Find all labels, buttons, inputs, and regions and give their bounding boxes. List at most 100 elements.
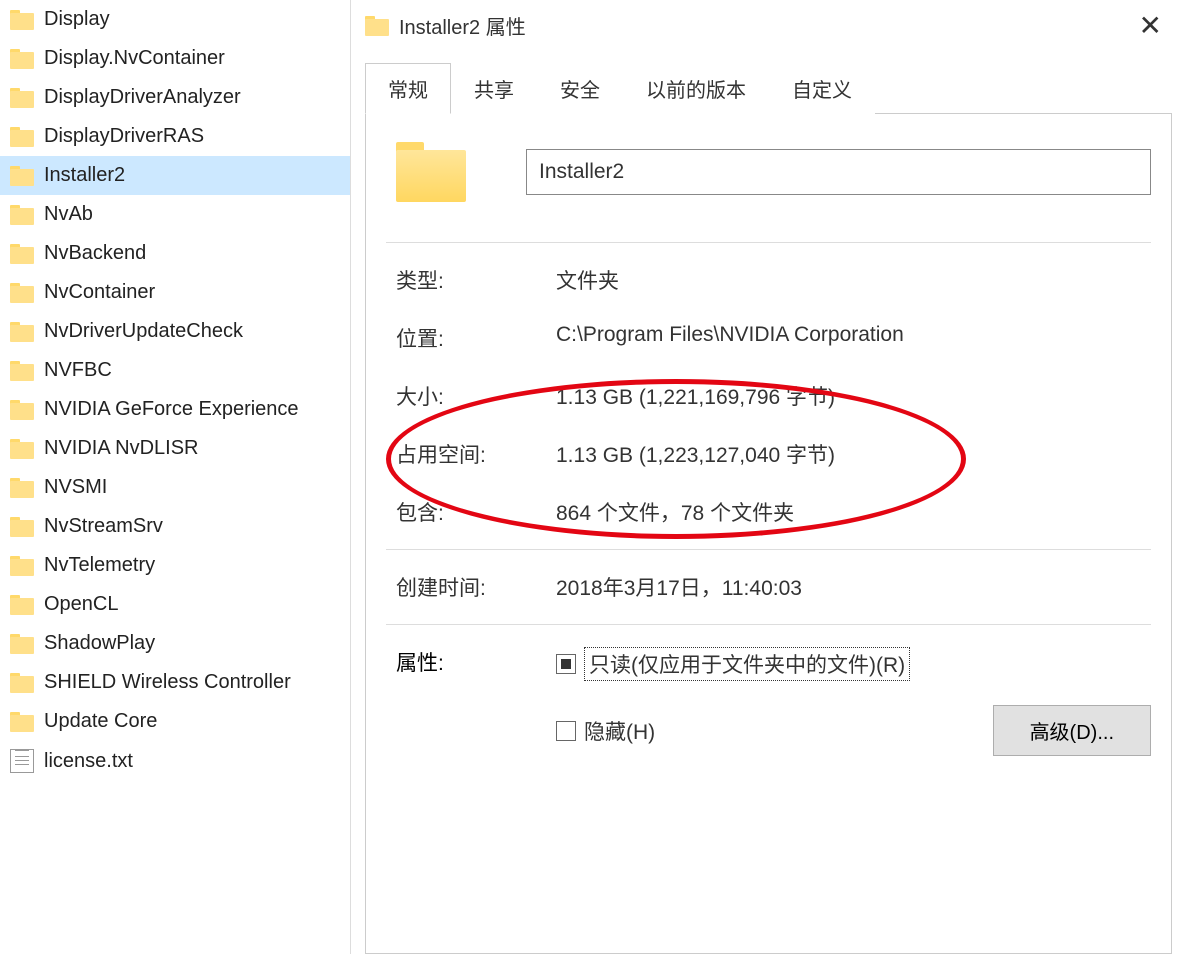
file-item-label: NvTelemetry [44, 554, 155, 577]
divider [386, 549, 1151, 550]
row-size-on-disk: 占用空间: 1.13 GB (1,223,127,040 字节) [386, 425, 1151, 483]
file-icon [10, 749, 34, 773]
readonly-checkbox[interactable] [556, 654, 576, 674]
hidden-checkbox[interactable] [556, 721, 576, 741]
file-item-label: OpenCL [44, 593, 119, 616]
folder-icon [10, 88, 34, 108]
file-item-installer2[interactable]: Installer2 [0, 156, 350, 195]
attributes-section: 属性: 只读(仅应用于文件夹中的文件)(R) 隐藏(H) 高级(D)... [386, 633, 1151, 756]
row-created: 创建时间: 2018年3月17日，11:40:03 [386, 558, 1151, 616]
file-item-label: NvAb [44, 203, 93, 226]
folder-icon [10, 205, 34, 225]
folder-large-icon [396, 142, 466, 202]
folder-icon [10, 517, 34, 537]
tab-strip: 常规共享安全以前的版本自定义 [365, 62, 1172, 114]
folder-name-input[interactable] [526, 149, 1151, 195]
folder-icon [10, 478, 34, 498]
folder-icon [10, 712, 34, 732]
file-item-opencl[interactable]: OpenCL [0, 585, 350, 624]
disk-value: 1.13 GB (1,223,127,040 字节) [556, 439, 1151, 469]
location-label: 位置: [396, 323, 556, 353]
file-item-label: DisplayDriverAnalyzer [44, 86, 241, 109]
file-item-nvidia-nvdlisr[interactable]: NVIDIA NvDLISR [0, 429, 350, 468]
divider [386, 624, 1151, 625]
file-item-label: ShadowPlay [44, 632, 155, 655]
folder-icon [10, 400, 34, 420]
folder-icon [10, 595, 34, 615]
file-item-nvidia-geforce-experience[interactable]: NVIDIA GeForce Experience [0, 390, 350, 429]
row-size: 大小: 1.13 GB (1,221,169,796 字节) [386, 367, 1151, 425]
file-item-shadowplay[interactable]: ShadowPlay [0, 624, 350, 663]
hidden-advanced-row: 隐藏(H) 高级(D)... [556, 705, 1151, 756]
file-list-panel: Display Display.NvContainer DisplayDriverA… [0, 0, 350, 954]
disk-label: 占用空间: [396, 439, 556, 469]
file-item-display-nvcontainer[interactable]: Display.NvContainer [0, 39, 350, 78]
file-item-label: NvContainer [44, 281, 155, 304]
attributes-label: 属性: [396, 647, 556, 756]
file-item-display[interactable]: Display [0, 0, 350, 39]
folder-icon [10, 49, 34, 69]
row-type: 类型: 文件夹 [386, 251, 1151, 309]
file-item-label: NVFBC [44, 359, 112, 382]
file-item-label: NvDriverUpdateCheck [44, 320, 243, 343]
file-item-nvab[interactable]: NvAb [0, 195, 350, 234]
file-item-label: NvBackend [44, 242, 146, 265]
file-item-label: NVSMI [44, 476, 107, 499]
file-item-nvfbc[interactable]: NVFBC [0, 351, 350, 390]
folder-header-row [386, 142, 1151, 202]
file-item-license-txt[interactable]: license.txt [0, 741, 350, 781]
file-item-update-core[interactable]: Update Core [0, 702, 350, 741]
type-label: 类型: [396, 265, 556, 295]
file-item-nvtelemetry[interactable]: NvTelemetry [0, 546, 350, 585]
readonly-row: 只读(仅应用于文件夹中的文件)(R) [556, 647, 1151, 681]
tab-3[interactable]: 以前的版本 [623, 63, 769, 114]
hidden-label[interactable]: 隐藏(H) [584, 716, 655, 746]
properties-dialog: Installer2 属性 ✕ 常规共享安全以前的版本自定义 类型: 文件夹 位… [350, 0, 1186, 954]
dialog-titlebar: Installer2 属性 ✕ [351, 0, 1186, 50]
file-item-nvcontainer[interactable]: NvContainer [0, 273, 350, 312]
tab-4[interactable]: 自定义 [769, 63, 875, 114]
tab-2[interactable]: 安全 [537, 63, 623, 114]
created-value: 2018年3月17日，11:40:03 [556, 572, 1151, 602]
file-item-label: DisplayDriverRAS [44, 125, 204, 148]
size-label: 大小: [396, 381, 556, 411]
folder-icon [10, 127, 34, 147]
folder-icon [365, 16, 387, 34]
file-item-nvstreamsrv[interactable]: NvStreamSrv [0, 507, 350, 546]
file-item-displaydriverras[interactable]: DisplayDriverRAS [0, 117, 350, 156]
file-item-shield-wireless-controller[interactable]: SHIELD Wireless Controller [0, 663, 350, 702]
divider [386, 242, 1151, 243]
location-value: C:\Program Files\NVIDIA Corporation [556, 323, 1151, 353]
file-item-nvdriverupdatecheck[interactable]: NvDriverUpdateCheck [0, 312, 350, 351]
folder-icon [10, 283, 34, 303]
folder-icon [10, 361, 34, 381]
folder-icon [10, 634, 34, 654]
file-item-displaydriveranalyzer[interactable]: DisplayDriverAnalyzer [0, 78, 350, 117]
dialog-title: Installer2 属性 [399, 11, 1129, 40]
file-item-nvsmi[interactable]: NVSMI [0, 468, 350, 507]
type-value: 文件夹 [556, 265, 1151, 295]
contains-label: 包含: [396, 497, 556, 527]
file-item-label: NVIDIA GeForce Experience [44, 398, 299, 421]
file-item-nvbackend[interactable]: NvBackend [0, 234, 350, 273]
close-button[interactable]: ✕ [1129, 9, 1172, 42]
file-item-label: NvStreamSrv [44, 515, 163, 538]
file-item-label: Installer2 [44, 164, 125, 187]
tab-0[interactable]: 常规 [365, 63, 451, 114]
row-contains: 包含: 864 个文件，78 个文件夹 [386, 483, 1151, 541]
created-label: 创建时间: [396, 572, 556, 602]
file-item-label: Display.NvContainer [44, 47, 225, 70]
folder-icon [10, 10, 34, 30]
row-location: 位置: C:\Program Files\NVIDIA Corporation [386, 309, 1151, 367]
folder-icon [10, 673, 34, 693]
tab-1[interactable]: 共享 [451, 63, 537, 114]
folder-icon [10, 166, 34, 186]
advanced-button[interactable]: 高级(D)... [993, 705, 1151, 756]
readonly-label[interactable]: 只读(仅应用于文件夹中的文件)(R) [584, 647, 910, 681]
folder-icon [10, 244, 34, 264]
file-item-label: NVIDIA NvDLISR [44, 437, 198, 460]
file-item-label: license.txt [44, 750, 133, 773]
size-value: 1.13 GB (1,221,169,796 字节) [556, 381, 1151, 411]
folder-icon [10, 439, 34, 459]
folder-icon [10, 556, 34, 576]
